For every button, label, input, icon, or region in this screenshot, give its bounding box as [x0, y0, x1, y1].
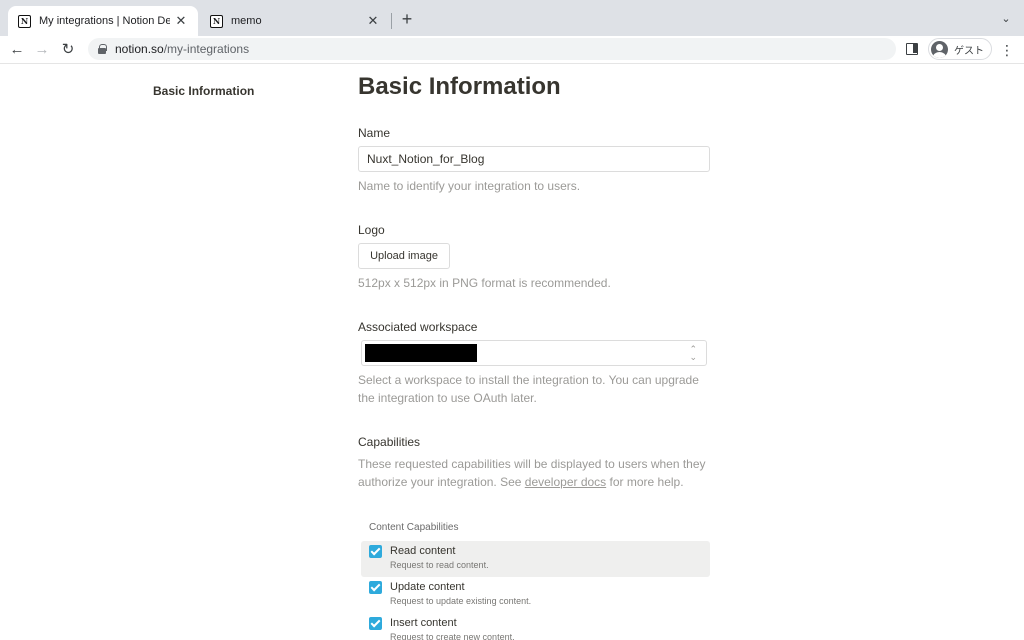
insert-content-checkbox[interactable]: [369, 617, 382, 630]
workspace-selected-value: [365, 344, 477, 362]
content-capabilities-label: Content Capabilities: [369, 522, 459, 533]
back-arrow-icon[interactable]: ←: [6, 39, 28, 61]
tab-title: My integrations | Notion Develo: [39, 15, 170, 27]
page: Basic Information Basic Information Name…: [0, 64, 1024, 640]
logo-help-text: 512px x 512px in PNG format is recommend…: [358, 276, 611, 290]
capability-read-content[interactable]: Read content Request to read content.: [361, 541, 710, 577]
browser-toolbar: ← → ↻ notion.so/my-integrations ゲスト ⋮: [0, 36, 1024, 64]
avatar-icon: [931, 40, 948, 58]
capability-desc: Request to update existing content.: [390, 596, 532, 606]
name-label: Name: [358, 126, 391, 140]
chevron-up-down-icon: ⌃ ⌄: [689, 344, 697, 362]
capability-desc: Request to read content.: [390, 560, 489, 570]
lock-icon[interactable]: [98, 44, 107, 54]
tab-my-integrations[interactable]: N My integrations | Notion Develo ✕: [8, 6, 198, 36]
profile-button[interactable]: ゲスト: [928, 38, 992, 60]
forward-arrow-icon[interactable]: →: [31, 39, 53, 61]
tab-search-chevron-icon[interactable]: ⌄: [998, 9, 1014, 29]
url-path: /my-integrations: [163, 42, 250, 56]
capability-title: Update content: [390, 581, 465, 593]
capability-desc: Request to create new content.: [390, 632, 515, 640]
tab-separator: [391, 13, 392, 29]
notion-icon: N: [210, 14, 223, 28]
tab-title: memo: [231, 15, 262, 27]
capabilities-help-suffix: for more help.: [606, 475, 684, 489]
page-title: Basic Information: [358, 73, 561, 100]
workspace-label: Associated workspace: [358, 320, 478, 334]
close-tab-icon[interactable]: ✕: [366, 13, 380, 29]
reload-icon[interactable]: ↻: [57, 39, 79, 61]
workspace-select[interactable]: ⌃ ⌄: [361, 340, 707, 366]
tab-memo[interactable]: N memo ✕: [200, 6, 390, 36]
update-content-checkbox[interactable]: [369, 581, 382, 594]
new-tab-button[interactable]: +: [398, 9, 416, 29]
capability-title: Insert content: [390, 617, 457, 629]
notion-icon: N: [18, 14, 31, 28]
name-input[interactable]: Nuxt_Notion_for_Blog: [358, 146, 710, 172]
read-content-checkbox[interactable]: [369, 545, 382, 558]
name-help-text: Name to identify your integration to use…: [358, 179, 581, 193]
url-host: notion.so: [115, 42, 164, 56]
developer-docs-link[interactable]: developer docs: [525, 475, 606, 489]
browser-menu-icon[interactable]: ⋮: [1000, 39, 1014, 61]
logo-label: Logo: [358, 223, 385, 237]
capabilities-help-text: These requested capabilities will be dis…: [358, 455, 718, 491]
close-tab-icon[interactable]: ✕: [174, 13, 188, 29]
workspace-help-text: Select a workspace to install the integr…: [358, 373, 699, 405]
capability-update-content[interactable]: Update content Request to update existin…: [361, 577, 710, 613]
browser-tab-bar: N My integrations | Notion Develo ✕ N me…: [0, 0, 1024, 36]
upload-image-button[interactable]: Upload image: [358, 243, 450, 269]
side-panel-icon[interactable]: [906, 43, 918, 55]
profile-label: ゲスト: [954, 45, 984, 57]
capability-title: Read content: [390, 545, 456, 557]
capabilities-label: Capabilities: [358, 435, 421, 449]
address-bar[interactable]: notion.so/my-integrations: [88, 38, 896, 60]
sidebar-item-basic-information[interactable]: Basic Information: [153, 84, 254, 98]
capability-insert-content[interactable]: Insert content Request to create new con…: [361, 613, 710, 640]
